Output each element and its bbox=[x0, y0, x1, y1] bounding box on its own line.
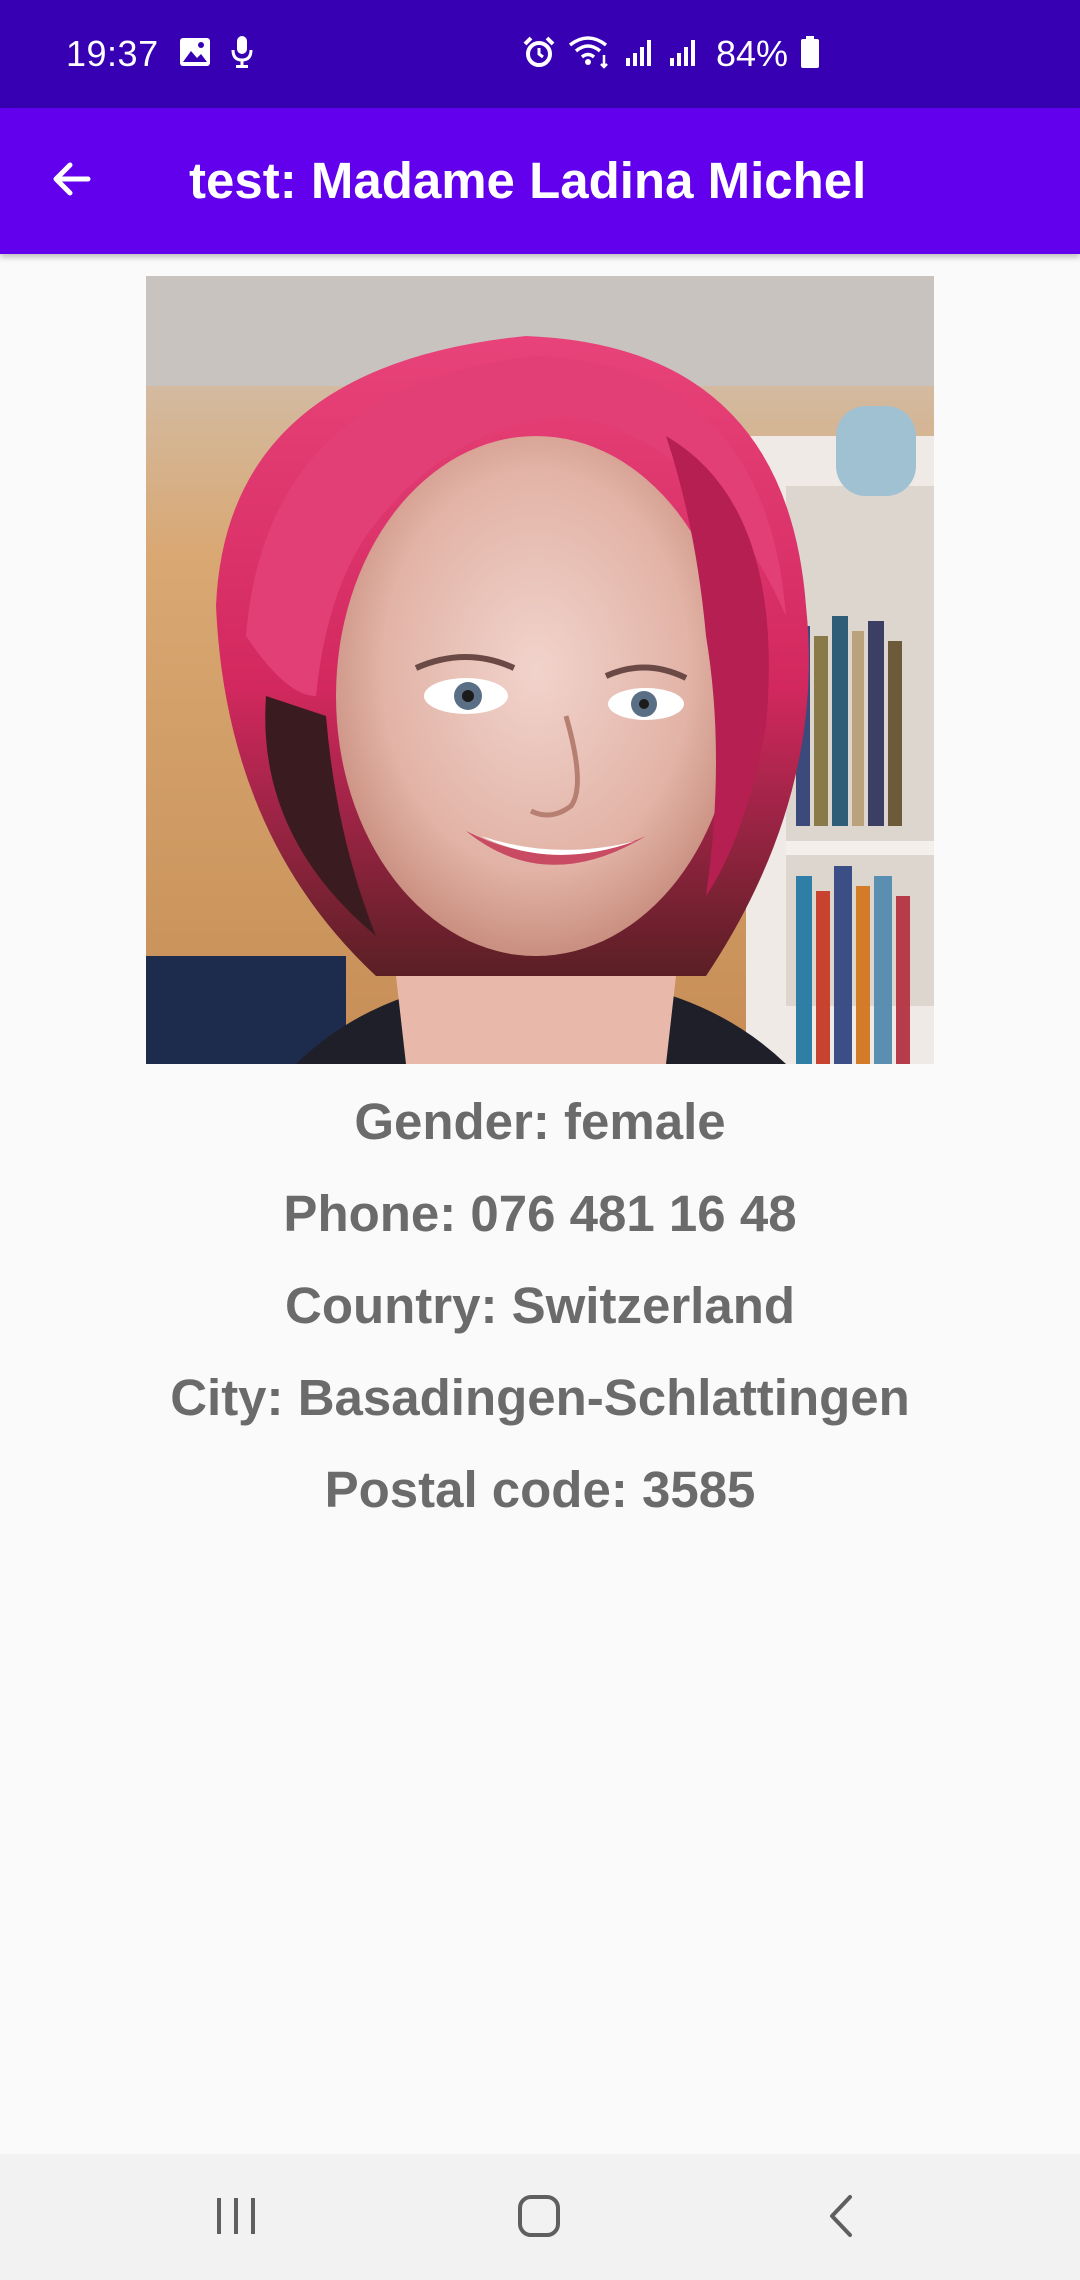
image-icon bbox=[179, 37, 211, 72]
page-title: test: Madame Ladina Michel bbox=[189, 152, 867, 209]
back-button[interactable] bbox=[36, 145, 108, 217]
wifi-icon bbox=[568, 35, 612, 74]
recent-apps-button[interactable] bbox=[200, 2182, 272, 2254]
home-icon bbox=[516, 2193, 562, 2244]
app-bar: test: Madame Ladina Michel bbox=[0, 108, 1080, 254]
profile-details: Gender: female Phone: 076 481 16 48 Coun… bbox=[0, 1076, 1080, 1536]
battery-icon bbox=[800, 35, 820, 74]
arrow-back-icon bbox=[48, 155, 96, 208]
status-right: 84% bbox=[522, 0, 820, 108]
gender-text: Gender: female bbox=[354, 1093, 726, 1150]
city-text: City: Basadingen-Schlattingen bbox=[170, 1369, 910, 1426]
phone-text: Phone: 076 481 16 48 bbox=[283, 1185, 797, 1242]
recent-apps-icon bbox=[213, 2196, 259, 2241]
postal-code-text: Postal code: 3585 bbox=[324, 1461, 756, 1518]
status-left: 19:37 bbox=[66, 0, 253, 108]
profile-photo bbox=[146, 276, 934, 1064]
battery-percent: 84% bbox=[716, 33, 789, 74]
status-bar: 19:37 84% bbox=[0, 0, 1080, 108]
back-icon bbox=[822, 2193, 862, 2244]
screen: 19:37 84% test: Madame Ladina Michel Gen… bbox=[0, 0, 1080, 2280]
alarm-icon bbox=[522, 35, 556, 74]
status-time: 19:37 bbox=[66, 33, 159, 74]
navigation-bar bbox=[0, 2154, 1080, 2280]
mic-icon bbox=[231, 35, 253, 74]
signal-icon bbox=[668, 36, 700, 73]
nav-back-button[interactable] bbox=[806, 2182, 878, 2254]
signal-icon bbox=[624, 36, 656, 73]
home-button[interactable] bbox=[503, 2182, 575, 2254]
country-text: Country: Switzerland bbox=[284, 1277, 796, 1334]
